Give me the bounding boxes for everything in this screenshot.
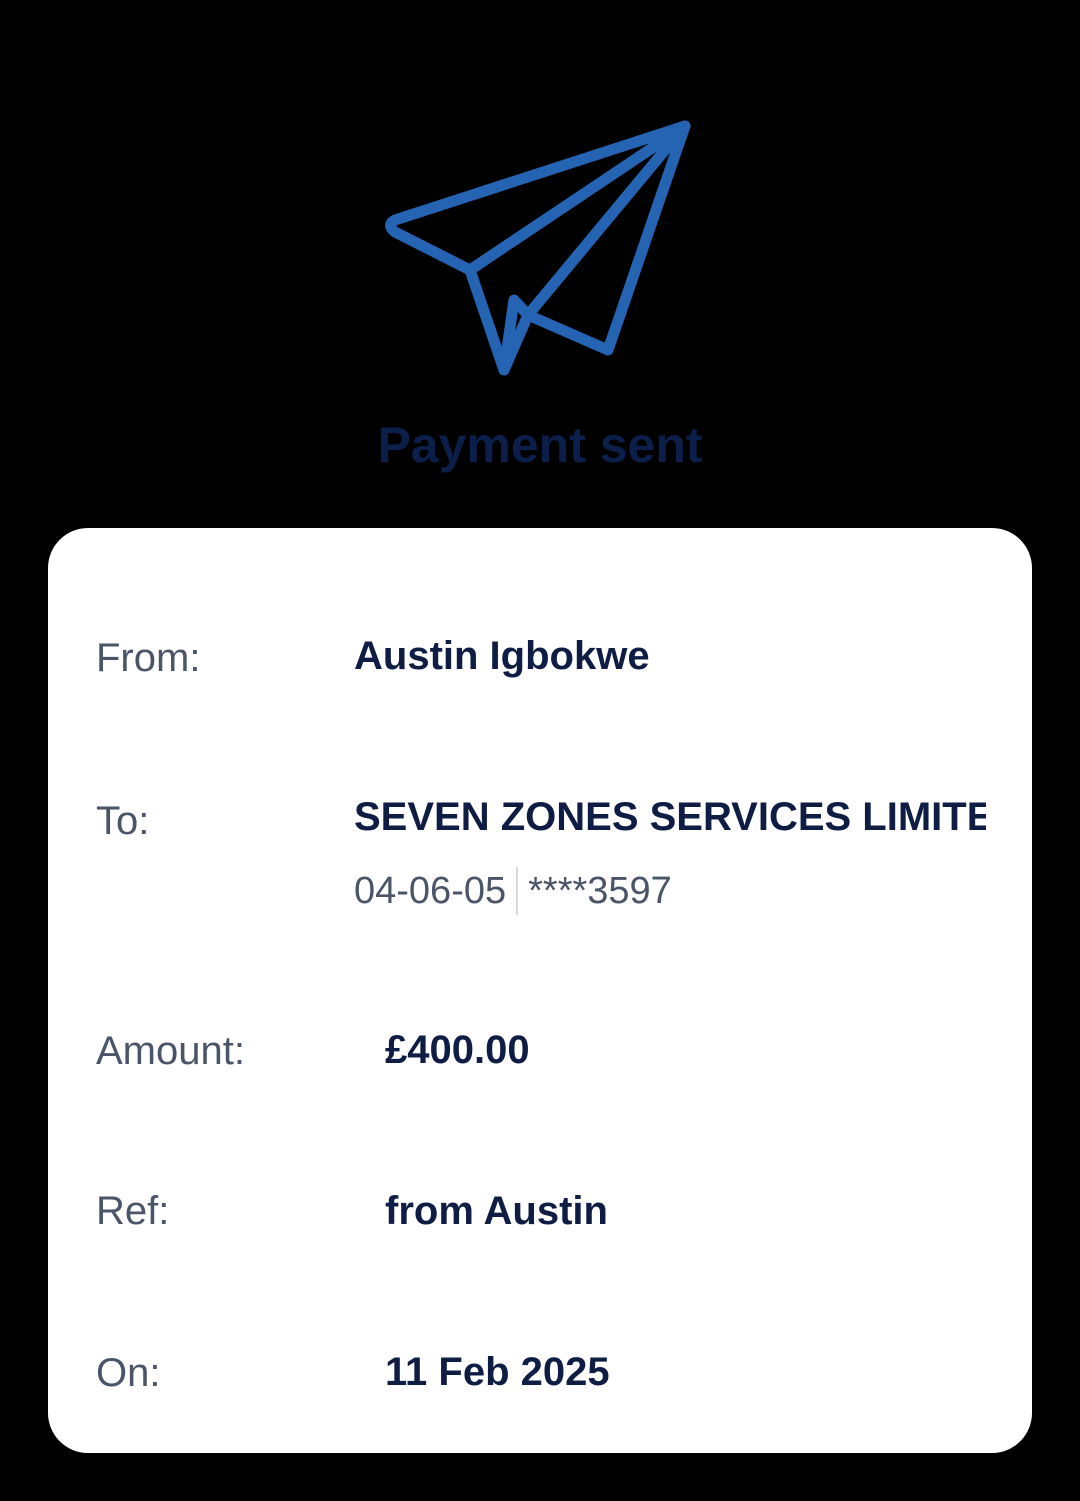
amount-label: Amount: [96, 1029, 245, 1073]
from-value: Austin Igbokwe [354, 634, 650, 678]
sort-code: 04-06-05 [354, 870, 507, 912]
date-value: 11 Feb 2025 [385, 1350, 610, 1394]
account-divider [516, 867, 519, 915]
on-label: On: [96, 1351, 161, 1395]
page-title: Payment sent [377, 417, 703, 473]
ref-label: Ref: [96, 1189, 170, 1233]
account-number: ****3597 [528, 870, 672, 912]
amount-value: £400.00 [385, 1028, 530, 1072]
to-value: SEVEN ZONES SERVICES LIMITE [354, 795, 986, 839]
to-label: To: [96, 799, 150, 843]
ref-value: from Austin [385, 1189, 608, 1233]
paper-plane-icon [380, 110, 700, 385]
from-label: From: [96, 636, 201, 680]
payment-details-card: From: Austin Igbokwe To: SEVEN ZONES SER… [48, 528, 1032, 1453]
account-details: 04-06-05 ****3597 [354, 866, 672, 916]
